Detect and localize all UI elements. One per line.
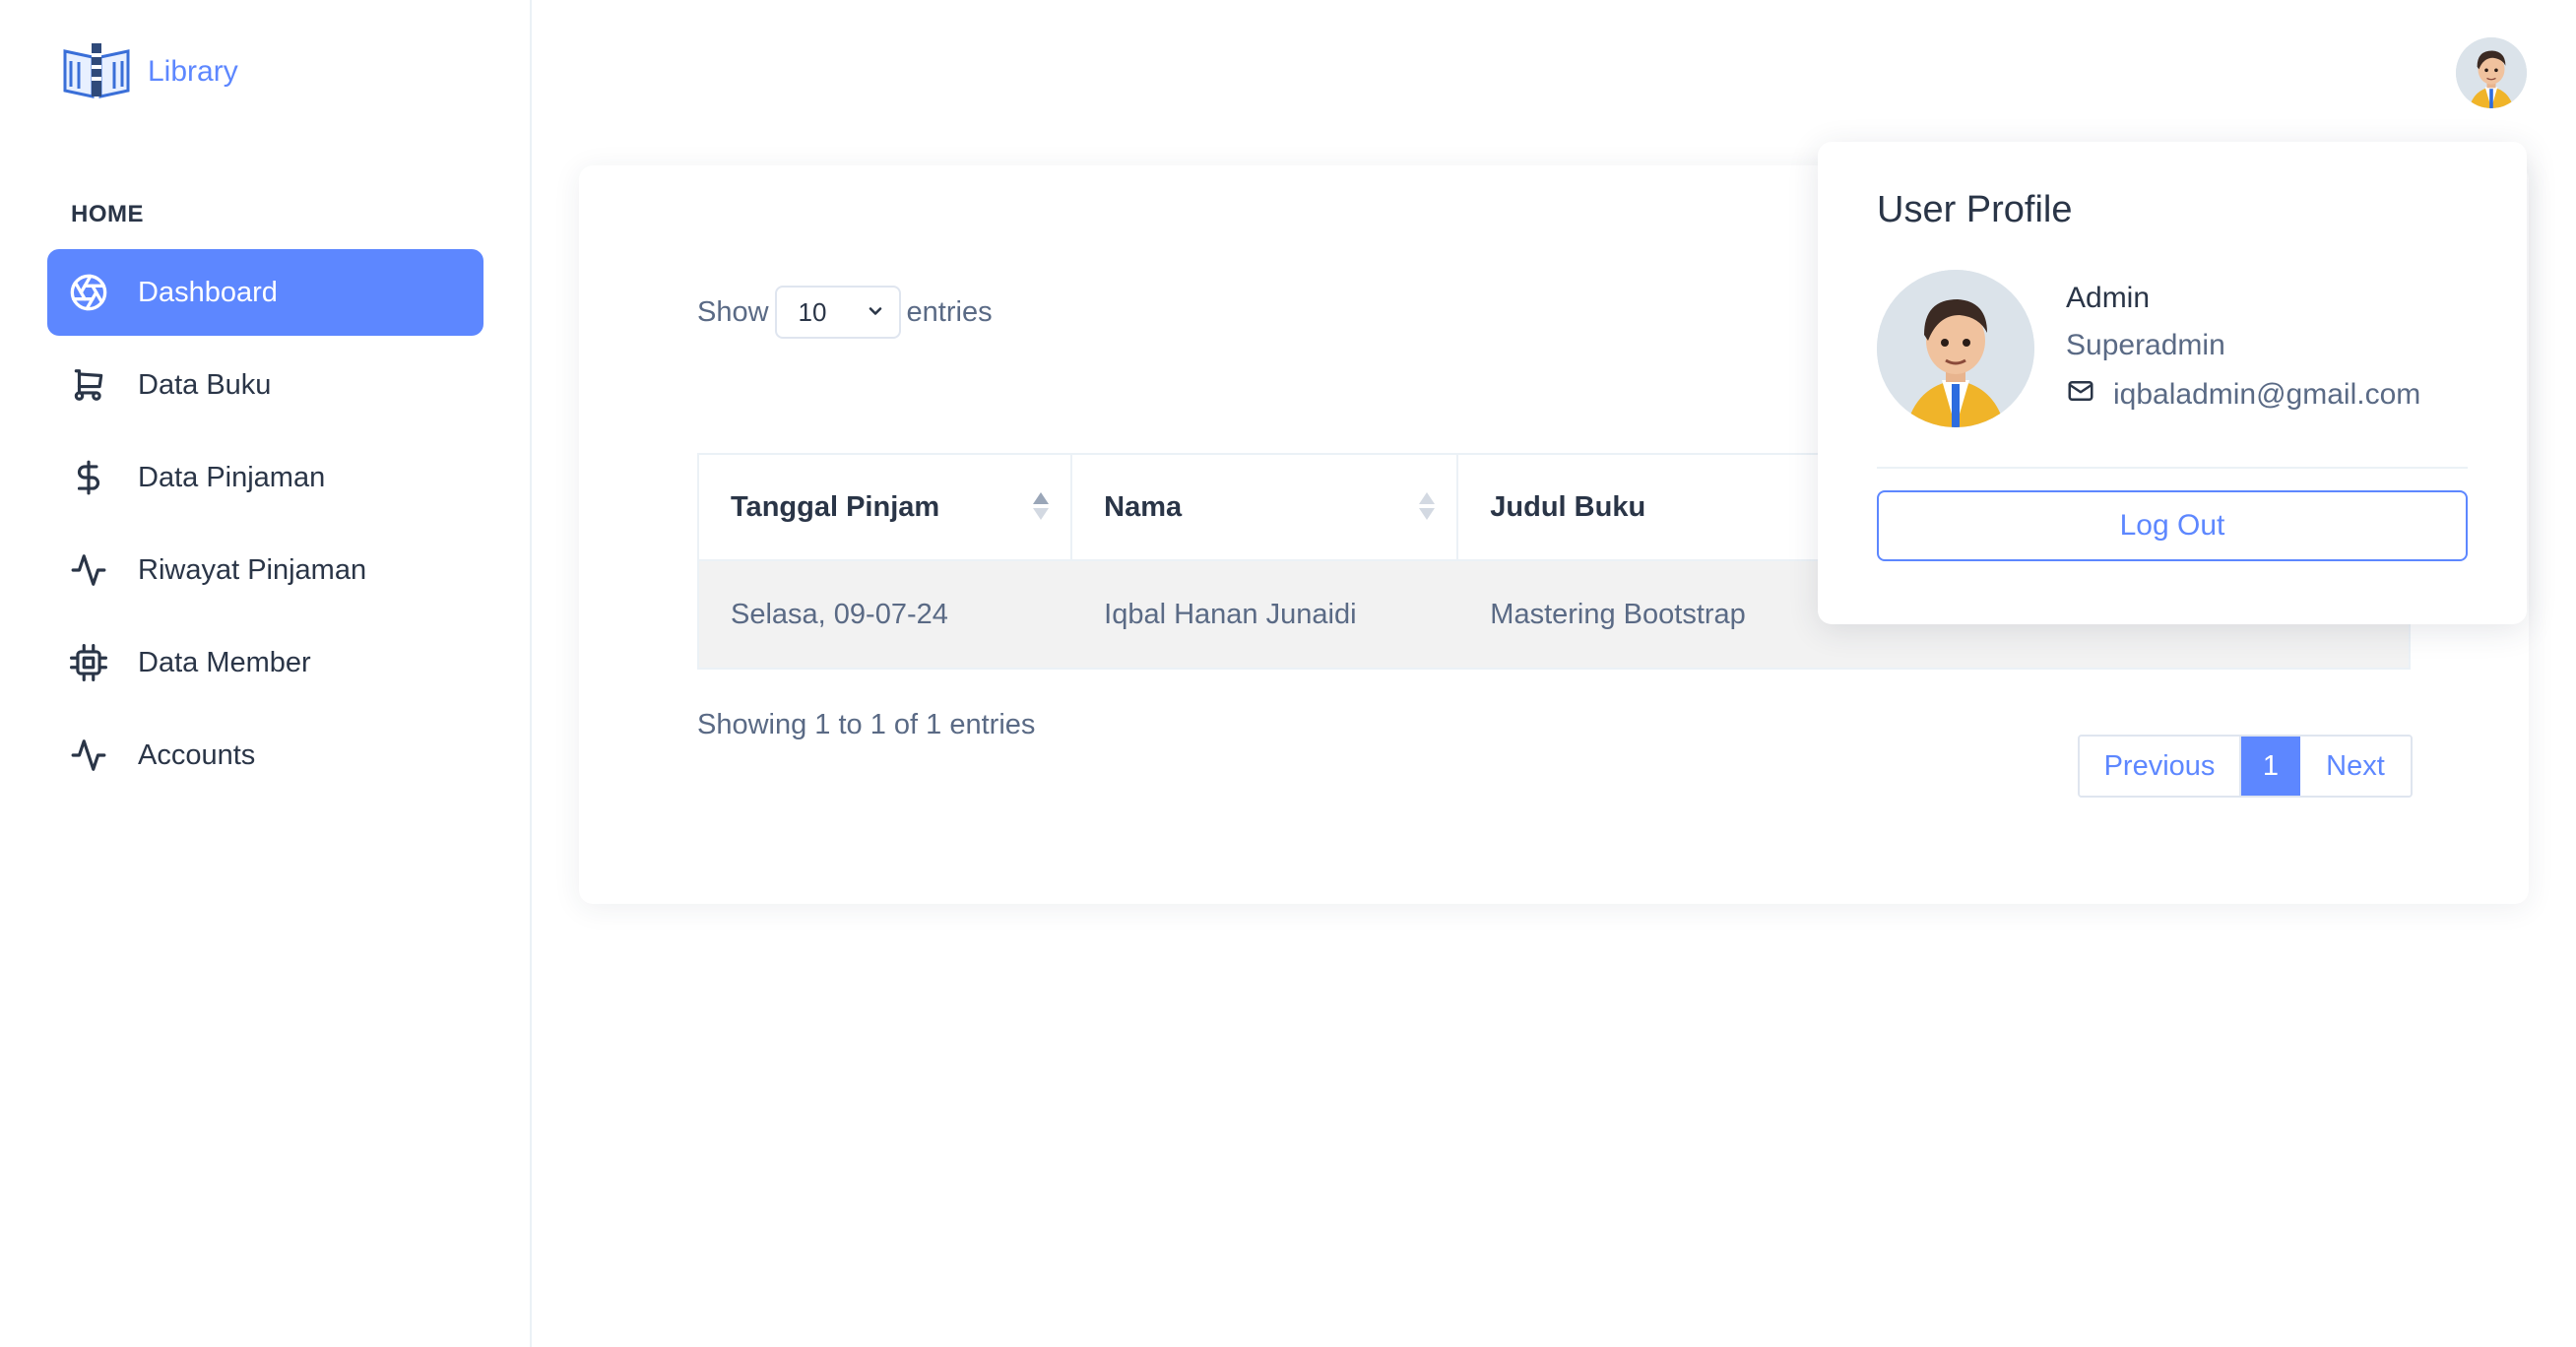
sidebar-item-data-member[interactable]: Data Member (47, 619, 483, 706)
sidebar-item-accounts[interactable]: Accounts (47, 712, 483, 799)
sidebar-item-riwayat-pinjaman[interactable]: Riwayat Pinjaman (47, 527, 483, 613)
cell-tanggal-pinjam: Selasa, 09-07-24 (731, 598, 948, 630)
dollar-icon (67, 456, 110, 499)
profile-email-text: iqbaladmin@gmail.com (2113, 378, 2421, 411)
column-header-tanggal-pinjam[interactable]: Tanggal Pinjam (699, 455, 1073, 559)
previous-page-button[interactable]: Previous (2080, 737, 2241, 796)
column-header-label: Tanggal Pinjam (731, 490, 940, 523)
profile-title: User Profile (1877, 189, 2073, 230)
activity-icon (67, 734, 110, 777)
page-1-button[interactable]: 1 (2241, 737, 2300, 796)
profile-role: Superadmin (2066, 329, 2225, 361)
sort-ascending-icon (1033, 492, 1050, 520)
profile-name: Admin (2066, 282, 2151, 314)
table-info: Showing 1 to 1 of 1 entries (697, 709, 1036, 740)
aperture-icon (67, 271, 110, 314)
column-header-label: Judul Buku (1490, 490, 1646, 523)
sidebar-item-label: Accounts (138, 738, 256, 771)
profile-email: iqbaladmin@gmail.com (2066, 376, 2420, 414)
brand-name: Library (148, 54, 238, 88)
user-avatar-button[interactable] (2456, 37, 2527, 108)
brand-logo[interactable]: Library (61, 37, 238, 105)
cell-nama: Iqbal Hanan Junaidi (1104, 598, 1357, 630)
chevron-down-icon (866, 297, 885, 328)
nav-section-home: HOME (71, 201, 144, 227)
profile-avatar (1877, 270, 2034, 427)
sidebar-item-label: Data Buku (138, 368, 272, 401)
sidebar-item-label: Data Member (138, 646, 311, 678)
next-page-button[interactable]: Next (2300, 737, 2411, 796)
entries-select[interactable]: 10 (774, 286, 901, 339)
entries-length-control: Show 10 entries (697, 286, 993, 339)
logout-button[interactable]: Log Out (1877, 490, 2468, 561)
sidebar-item-dashboard[interactable]: Dashboard (47, 249, 483, 336)
column-header-label: Nama (1104, 490, 1183, 523)
library-logo-icon (61, 37, 132, 105)
divider (1877, 467, 2468, 469)
shopping-cart-icon (67, 363, 110, 407)
user-profile-dropdown: User Profile Admin Superadmin iqbaladmin… (1818, 142, 2527, 624)
sort-icon (1419, 492, 1436, 520)
entries-label: entries (906, 295, 993, 328)
pagination: Previous 1 Next (2078, 735, 2413, 798)
sidebar-nav: Dashboard Data Buku Data Pinjaman Riwaya… (47, 249, 483, 804)
column-header-nama[interactable]: Nama (1072, 455, 1459, 559)
sidebar-item-data-pinjaman[interactable]: Data Pinjaman (47, 434, 483, 521)
show-label: Show (697, 295, 769, 328)
sidebar-item-data-buku[interactable]: Data Buku (47, 342, 483, 428)
avatar-icon (1877, 270, 2034, 427)
cpu-icon (67, 641, 110, 684)
sidebar: Library HOME Dashboard Data Buku Data Pi… (0, 0, 532, 1347)
activity-icon (67, 548, 110, 592)
sidebar-item-label: Dashboard (138, 276, 278, 308)
sidebar-item-label: Data Pinjaman (138, 461, 326, 493)
entries-select-value: 10 (798, 296, 827, 327)
sidebar-item-label: Riwayat Pinjaman (138, 553, 367, 586)
mail-icon (2066, 376, 2095, 414)
avatar-icon (2456, 37, 2527, 108)
